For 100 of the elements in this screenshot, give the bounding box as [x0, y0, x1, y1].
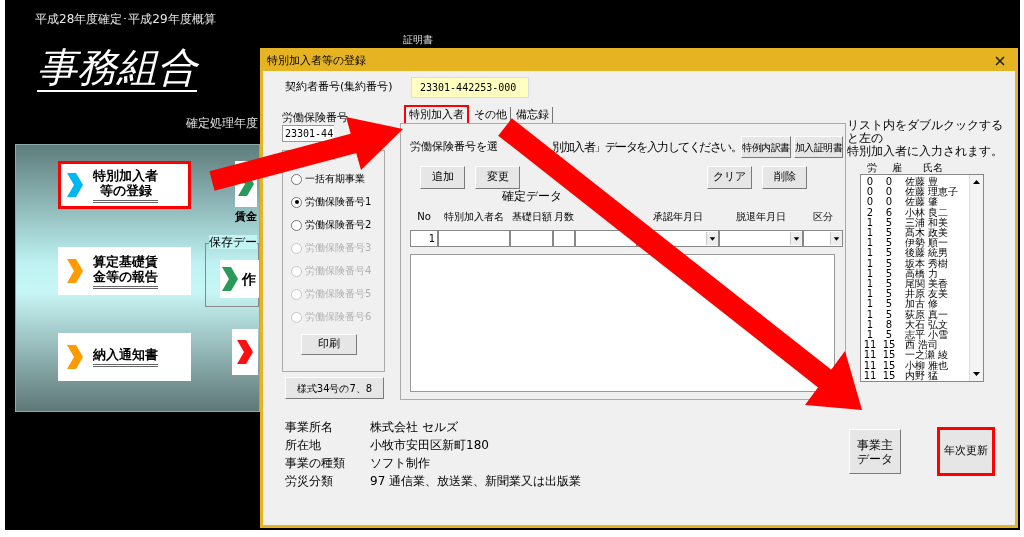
instruction-text: 労働保険番号を選: [410, 138, 498, 155]
radio-button[interactable]: [291, 196, 302, 208]
radio-label: 労働保険番号1: [305, 195, 372, 209]
member-list[interactable]: [860, 174, 984, 382]
tab[interactable]: 備忘録: [513, 107, 553, 123]
input-field[interactable]: 1: [410, 230, 438, 247]
column-header: 氏名: [923, 162, 943, 174]
form-button[interactable]: 様式34号の7、8: [285, 377, 384, 399]
list-cell-text: 5: [884, 258, 894, 269]
list-note: 特別加入者に入力されます。: [847, 145, 1004, 158]
info-label: 労災分類: [285, 473, 334, 490]
list-cell: 一之瀬 綾: [905, 350, 949, 361]
list-cell-text: 0: [884, 177, 894, 187]
list-cell-text: 5: [884, 268, 894, 279]
list-cell-text: 8: [884, 319, 894, 330]
tab[interactable]: 特別加入者: [404, 105, 469, 123]
list-cell-text: 1: [865, 289, 875, 300]
list-cell-text: 2: [865, 207, 875, 218]
list-cell-text: 1: [865, 279, 875, 290]
list-cell-text: 佐藤 豊: [905, 177, 939, 187]
menu-button[interactable]: 納入通知書: [58, 333, 191, 381]
field-label: 労働保険番号: [282, 111, 349, 125]
caret-icon: [830, 232, 842, 245]
contract-field[interactable]: 23301-442253-000: [411, 77, 529, 98]
list-cell-text: 0: [884, 197, 894, 208]
column-header: 区分: [813, 211, 833, 222]
list-cell-text: 1: [865, 319, 875, 330]
annual-update-button[interactable]: 年次更新: [937, 427, 995, 476]
list-cell-text: 1: [866, 330, 874, 341]
list-cell-text: 11: [862, 360, 878, 371]
list-cell: 西 浩司: [905, 340, 939, 351]
list-cell-text: 5: [885, 330, 893, 341]
list-cell: 後藤 統男: [905, 248, 949, 259]
report-button[interactable]: 特例内訳書: [741, 136, 791, 158]
list-cell-text: 1: [865, 228, 875, 238]
insurance-field[interactable]: 23301-44: [282, 125, 334, 142]
dropdown-field[interactable]: [719, 230, 803, 247]
column-header: 承認年月日: [653, 211, 703, 222]
list-cell-text: 1: [865, 217, 875, 228]
dropdown-field[interactable]: [803, 230, 843, 247]
list-cell-text: 5: [884, 279, 894, 290]
app-name: 事務組合: [37, 44, 197, 92]
certificate-button[interactable]: 加入証明書: [793, 136, 843, 158]
column-header: 特別加入者名: [444, 211, 504, 222]
list-cell-text: 0: [865, 187, 875, 198]
info-label: 事業所名: [285, 419, 334, 436]
field-label: 契約者番号(集約番号): [285, 79, 394, 96]
window-title: 特別加入者等の登録: [267, 52, 366, 69]
instruction-text: 別加入者」データを入力してください。: [552, 139, 741, 156]
list-cell-text: 5: [884, 289, 894, 300]
info-value: ソフト制作: [370, 455, 431, 472]
column-header: 基礎日額: [511, 211, 552, 222]
list-cell-text: 1: [865, 268, 875, 279]
menu-button[interactable]: 作: [220, 260, 259, 298]
input-field[interactable]: [553, 230, 575, 247]
list-cell-text: 11: [862, 370, 878, 382]
owner-data-button[interactable]: 事業主 データ: [849, 429, 901, 474]
print-button[interactable]: 印刷: [301, 334, 357, 355]
list-cell: 三浦 和美: [905, 217, 949, 228]
radio-label: 一括有期事業: [305, 172, 365, 186]
info-label: 所在地: [285, 437, 322, 454]
list-cell: 井原 友美: [905, 289, 949, 300]
input-field[interactable]: [438, 230, 510, 247]
list-cell-text: 0: [865, 197, 875, 208]
info-value: 株式会社 セルズ: [370, 419, 459, 436]
menu-button[interactable]: 算定基礎賃 金等の報告: [58, 247, 191, 295]
column-header: 雇: [891, 162, 903, 174]
list-cell: 小林 良二: [905, 207, 949, 218]
year-label: 確定処理年度: [186, 115, 259, 132]
list-cell-text: 1: [865, 309, 875, 320]
list-cell: 坂本 秀樹: [905, 258, 949, 269]
entry-list[interactable]: [410, 254, 835, 392]
tab[interactable]: その他: [471, 107, 511, 123]
list-cell-text: 11: [862, 350, 878, 361]
caption-text: 証明書: [402, 34, 433, 46]
delete-button[interactable]: 削除: [762, 166, 807, 189]
list-cell: 小柳 雅也: [905, 360, 949, 371]
list-cell-text: 6: [884, 207, 894, 218]
menu-button[interactable]: [232, 329, 258, 375]
input-field[interactable]: [510, 230, 553, 247]
menu-button[interactable]: 特別加入者 等の登録: [58, 161, 191, 209]
info-value: 97 通信業、放送業、新聞業又は出版業: [370, 473, 582, 490]
list-cell-text: 髙木 政美: [905, 228, 949, 238]
radio-button[interactable]: [291, 173, 302, 185]
column-header: 労: [867, 162, 878, 174]
list-cell-text: 5: [884, 248, 894, 259]
list-cell-text: 15: [881, 350, 897, 361]
list-cell-text: 0: [865, 177, 875, 187]
change-button[interactable]: 変更: [475, 166, 520, 189]
list-cell-text: 高橋 力: [905, 268, 939, 279]
list-cell: 佐藤 肇: [905, 197, 939, 208]
add-button[interactable]: 追加: [420, 166, 465, 189]
radio-button[interactable]: [291, 219, 302, 231]
close-icon: [995, 56, 1005, 66]
list-note: リスト内をダブルクックすると左の: [847, 119, 1004, 145]
clear-button[interactable]: クリア: [707, 166, 752, 189]
caption-text: 賃金: [235, 210, 257, 223]
list-cell-text: 15: [881, 370, 897, 382]
list-cell-text: 0: [884, 187, 894, 198]
list-cell-text: 15: [881, 360, 897, 371]
